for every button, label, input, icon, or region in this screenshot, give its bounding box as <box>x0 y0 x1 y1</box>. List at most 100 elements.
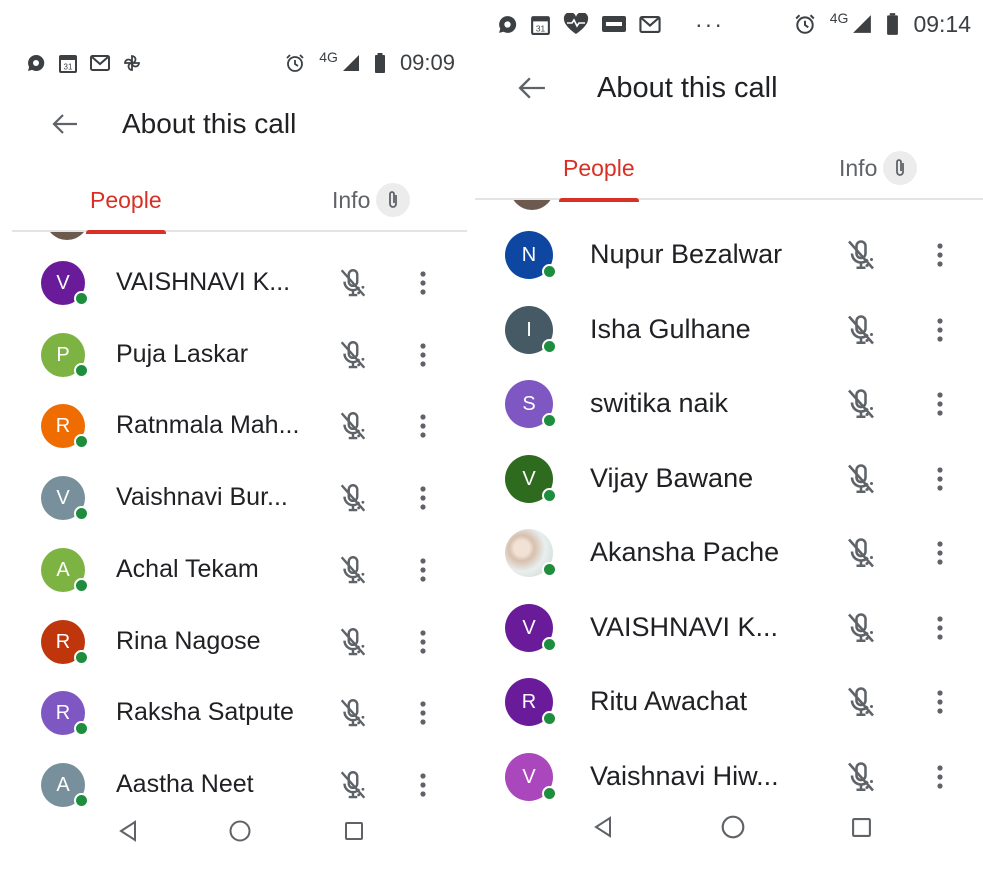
more-options-button[interactable] <box>924 608 956 648</box>
mic-off-icon <box>336 409 370 443</box>
online-status-dot <box>74 434 89 449</box>
triangle-back-icon <box>119 820 136 842</box>
nav-home-button[interactable] <box>220 811 260 851</box>
more-vert-icon <box>937 243 943 267</box>
more-options-button[interactable] <box>407 263 439 303</box>
participant-row[interactable]: V Vaishnavi Hiw... <box>475 747 983 807</box>
online-status-dot <box>542 339 557 354</box>
tab-people-label: People <box>563 154 635 181</box>
participant-name: Ratnmala Mah... <box>116 411 300 439</box>
more-vert-icon <box>420 486 426 510</box>
gmail-icon <box>639 15 661 33</box>
tab-people[interactable]: People <box>559 138 639 202</box>
tab-indicator <box>86 230 166 234</box>
more-options-button[interactable] <box>407 693 439 733</box>
square-recents-icon <box>851 817 871 837</box>
nav-home-button[interactable] <box>713 807 753 847</box>
page-title: About this call <box>597 71 778 104</box>
nav-back-button[interactable] <box>108 811 148 851</box>
more-vert-icon <box>420 558 426 582</box>
more-vert-icon <box>937 392 943 416</box>
participant-row[interactable]: V VAISHNAVI K... <box>0 253 475 313</box>
more-options-button[interactable] <box>407 478 439 518</box>
nav-recents-button[interactable] <box>841 807 881 847</box>
participant-name: Vijay Bawane <box>590 463 754 493</box>
signal-icon <box>852 14 872 34</box>
tab-indicator <box>559 198 639 202</box>
clock: 09:09 <box>399 50 455 75</box>
participant-row[interactable]: V Vijay Bawane <box>475 449 983 509</box>
calendar-icon: 31 <box>58 52 78 74</box>
nav-back-button[interactable] <box>583 807 623 847</box>
participant-name: Rina Nagose <box>116 627 261 655</box>
online-status-dot <box>74 578 89 593</box>
more-vert-icon <box>937 690 943 714</box>
app-icon <box>601 14 627 34</box>
participant-row[interactable]: P Puja Laskar <box>0 325 475 385</box>
participant-row[interactable]: V Vaishnavi Bur... <box>0 468 475 528</box>
app-bar: About this call <box>0 102 475 146</box>
tab-info[interactable]: Info <box>839 138 918 198</box>
more-options-button[interactable] <box>924 459 956 499</box>
participant-name: VAISHNAVI K... <box>116 268 291 296</box>
arrow-left-icon <box>52 114 77 134</box>
mic-off-icon <box>336 481 370 515</box>
participant-row[interactable]: I Isha Gulhane <box>475 300 983 360</box>
more-options-button[interactable] <box>407 622 439 662</box>
participant-name: Achal Tekam <box>116 555 259 583</box>
tab-people[interactable]: People <box>86 170 166 234</box>
partial-avatar <box>505 200 559 210</box>
paperclip-icon <box>883 151 918 185</box>
more-options-button[interactable] <box>407 335 439 375</box>
tab-info[interactable]: Info <box>332 170 411 230</box>
more-vert-icon <box>420 343 426 367</box>
mic-off-icon <box>336 338 370 372</box>
chat-icon <box>497 14 518 35</box>
svg-text:31: 31 <box>536 23 546 33</box>
participant-row[interactable]: R Ratnmala Mah... <box>0 396 475 456</box>
health-icon <box>563 13 589 35</box>
left-screenshot: 31 4G 09:09 About this call People Info … <box>0 0 475 869</box>
triangle-back-icon <box>594 816 611 838</box>
more-options-button[interactable] <box>924 533 956 573</box>
participant-row[interactable]: R Rina Nagose <box>0 612 475 672</box>
more-vert-icon <box>937 765 943 789</box>
network-type: 4G <box>319 49 338 65</box>
participant-name: Isha Gulhane <box>590 314 751 344</box>
page-title: About this call <box>122 108 297 139</box>
more-options-button[interactable] <box>924 235 956 275</box>
circle-home-icon <box>229 820 251 842</box>
back-button[interactable] <box>48 107 82 141</box>
more-options-button[interactable] <box>924 757 956 797</box>
participant-row[interactable]: A Achal Tekam <box>0 540 475 600</box>
participant-row[interactable]: Akansha Pache <box>475 523 983 583</box>
mic-off-icon <box>843 312 879 348</box>
participant-row[interactable]: R Ritu Awachat <box>475 672 983 732</box>
more-options-button[interactable] <box>407 550 439 590</box>
more-vert-icon <box>937 541 943 565</box>
participant-row[interactable]: N Nupur Bezalwar <box>475 225 983 285</box>
more-options-button[interactable] <box>407 406 439 446</box>
participant-name: Puja Laskar <box>116 340 249 368</box>
back-button[interactable] <box>515 71 549 105</box>
online-status-dot <box>74 506 89 521</box>
network-type: 4G <box>829 10 849 26</box>
mic-off-icon <box>336 768 370 802</box>
mic-off-icon <box>843 610 879 646</box>
online-status-dot <box>74 650 89 665</box>
online-status-dot <box>74 291 89 306</box>
alarm-icon <box>794 13 816 35</box>
clock: 09:14 <box>913 10 971 37</box>
participant-row[interactable]: V VAISHNAVI K... <box>475 598 983 658</box>
more-vert-icon <box>420 414 426 438</box>
participant-row[interactable]: R Raksha Satpute <box>0 683 475 743</box>
participant-name: Aastha Neet <box>116 770 254 798</box>
nav-recents-button[interactable] <box>334 811 374 851</box>
more-options-button[interactable] <box>924 310 956 350</box>
online-status-dot <box>542 488 557 503</box>
online-status-dot <box>542 562 557 577</box>
participant-row[interactable]: Sswitika naik <box>475 374 983 434</box>
more-options-button[interactable] <box>924 682 956 722</box>
more-options-button[interactable] <box>924 384 956 424</box>
mic-off-icon <box>843 684 879 720</box>
